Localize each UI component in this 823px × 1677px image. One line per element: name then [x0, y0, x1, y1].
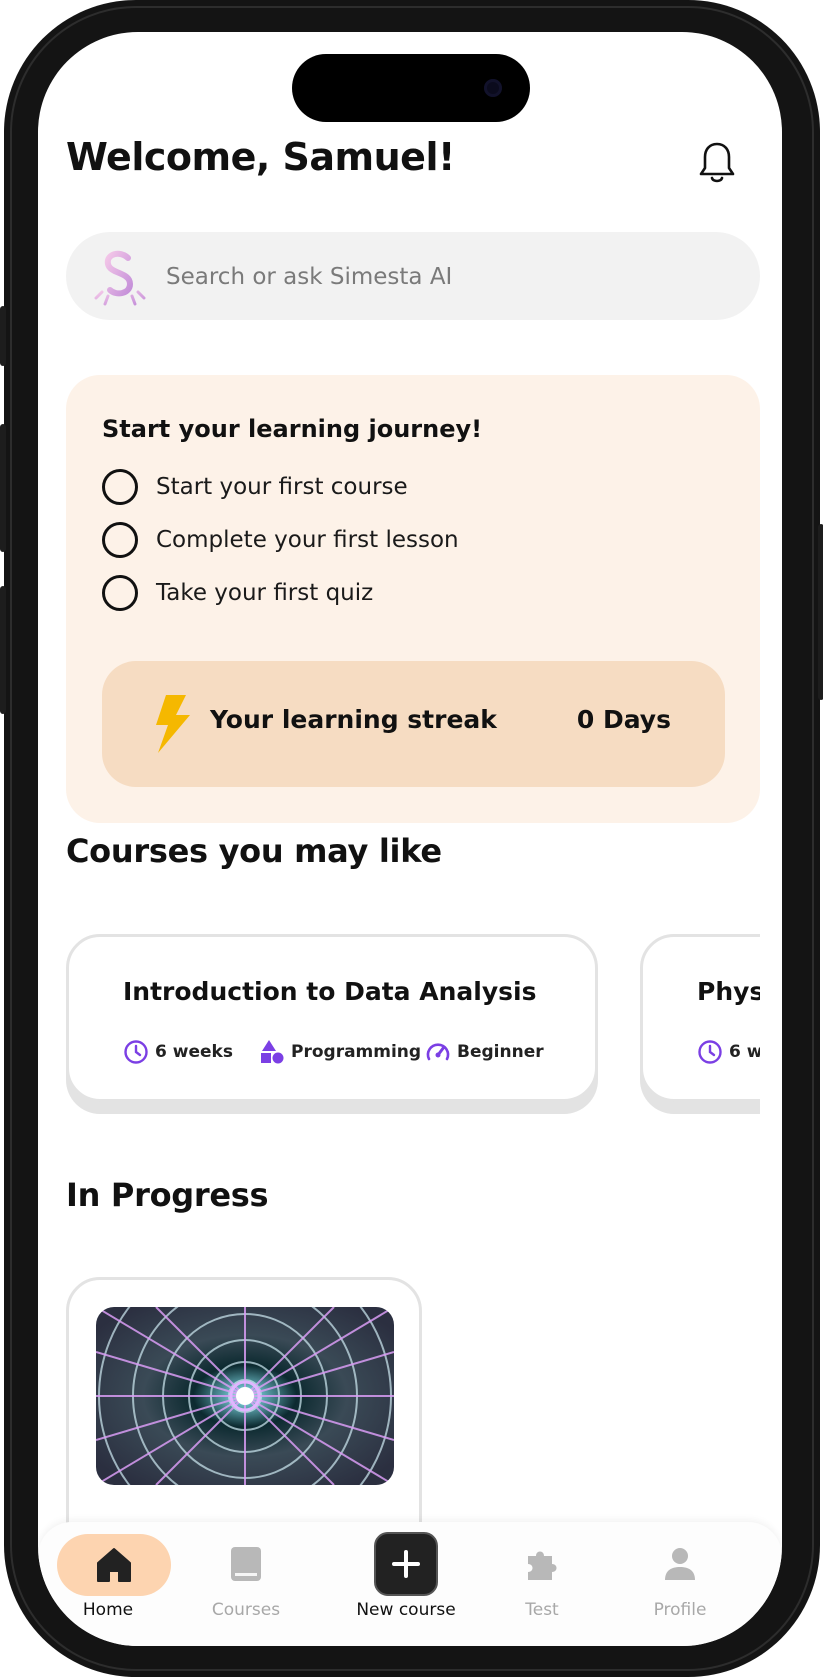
new-course-button[interactable]: [374, 1532, 438, 1596]
search-input[interactable]: [164, 256, 728, 298]
bottom-navigation: Home Courses New course Test Profile: [38, 1522, 782, 1646]
shapes-icon: [261, 1040, 284, 1064]
category-label: Programming: [291, 1042, 422, 1062]
simesta-logo-icon: [92, 248, 146, 306]
plus-icon: [392, 1550, 420, 1578]
welcome-heading: Welcome, Samuel!: [66, 135, 455, 179]
home-icon: [97, 1548, 131, 1582]
course-thumbnail: [96, 1307, 394, 1485]
course-title: Phys: [697, 977, 760, 1006]
tab-label: Home: [82, 1600, 134, 1620]
clock-icon: [124, 1040, 148, 1064]
tab-label: Test: [525, 1600, 559, 1620]
course-card[interactable]: Phys 6 we: [640, 934, 760, 1102]
learning-streak: Your learning streak 0 Days: [102, 661, 725, 787]
streak-label: Your learning streak: [210, 705, 497, 734]
tab-label: New course: [356, 1600, 456, 1620]
dynamic-island: [292, 54, 530, 122]
course-level: Beginner: [425, 1039, 544, 1065]
task-complete-first-lesson[interactable]: Complete your first lesson: [102, 520, 459, 560]
task-label: Start your first course: [156, 474, 408, 500]
courses-carousel[interactable]: Introduction to Data Analysis 6 weeks Pr…: [66, 934, 760, 1124]
course-category: Programming: [259, 1039, 421, 1065]
level-label: Beginner: [457, 1042, 544, 1062]
volume-up-button: [0, 424, 6, 552]
task-checkbox[interactable]: [102, 469, 138, 505]
learning-journey-card: Start your learning journey! Start your …: [66, 375, 760, 823]
task-take-first-quiz[interactable]: Take your first quiz: [102, 573, 373, 613]
tab-profile[interactable]: Profile: [610, 1522, 750, 1646]
tab-label: Courses: [211, 1600, 281, 1620]
streak-value: 0 Days: [576, 705, 671, 734]
course-duration: 6 we: [697, 1039, 760, 1065]
clock-icon: [698, 1040, 722, 1064]
course-card[interactable]: Introduction to Data Analysis 6 weeks Pr…: [66, 934, 598, 1102]
in-progress-section-title: In Progress: [66, 1176, 269, 1214]
notifications-button[interactable]: [698, 140, 736, 186]
puzzle-icon: [528, 1551, 557, 1580]
action-button: [0, 306, 6, 366]
gauge-icon: [426, 1043, 450, 1061]
course-duration: 6 weeks: [123, 1039, 233, 1065]
tab-courses[interactable]: Courses: [176, 1522, 316, 1646]
lightning-bolt-icon: [156, 695, 190, 753]
tab-home[interactable]: Home: [38, 1522, 178, 1646]
tab-test[interactable]: Test: [472, 1522, 612, 1646]
tab-label: Profile: [653, 1600, 707, 1620]
power-button: [818, 524, 823, 700]
task-checkbox[interactable]: [102, 522, 138, 558]
duration-label: 6 weeks: [155, 1042, 233, 1062]
book-icon: [231, 1547, 261, 1581]
course-title: Introduction to Data Analysis: [123, 977, 537, 1006]
person-icon: [665, 1548, 695, 1580]
duration-label: 6 we: [729, 1042, 760, 1062]
task-label: Take your first quiz: [156, 580, 374, 606]
task-label: Complete your first lesson: [156, 527, 459, 553]
tab-new-course[interactable]: New course: [340, 1522, 472, 1646]
front-camera: [484, 79, 502, 97]
search-bar[interactable]: [66, 232, 760, 320]
bell-icon: [699, 142, 735, 183]
task-checkbox[interactable]: [102, 575, 138, 611]
volume-down-button: [0, 586, 6, 714]
app-screen: Welcome, Samuel! Start your lear: [38, 32, 782, 1646]
courses-section-title: Courses you may like: [66, 832, 442, 870]
journey-title: Start your learning journey!: [102, 415, 483, 443]
task-start-first-course[interactable]: Start your first course: [102, 467, 408, 507]
